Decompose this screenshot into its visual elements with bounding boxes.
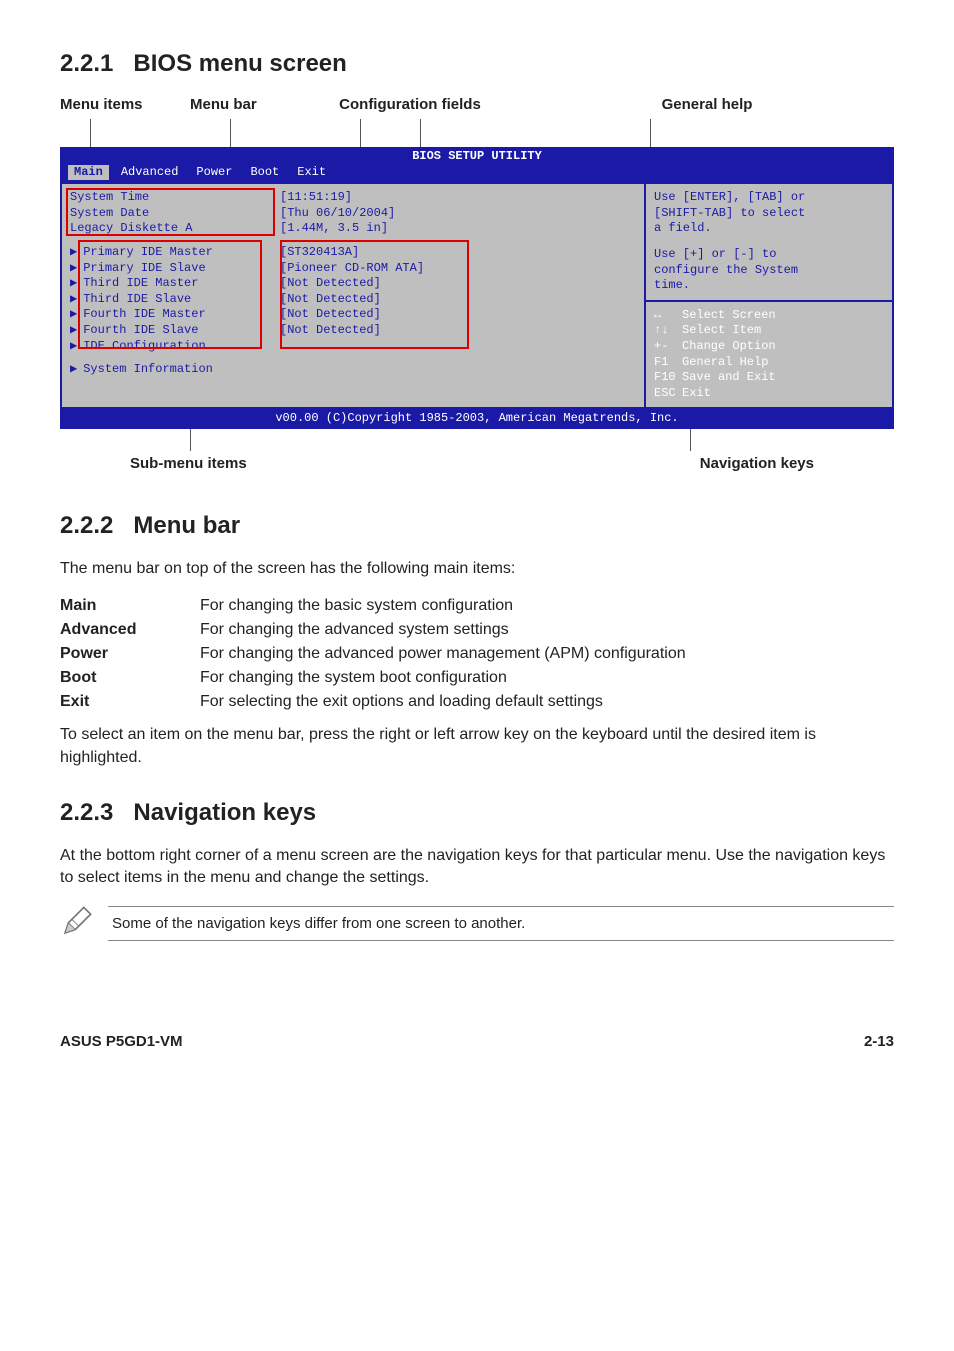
triangle-icon: ▶: [70, 261, 83, 275]
bios-screenshot: BIOS SETUP UTILITY Main Advanced Power B…: [60, 147, 894, 429]
bios-row[interactable]: ▶Primary IDE Slave[Pioneer CD-ROM ATA]: [70, 261, 636, 277]
label-navigation-keys: Navigation keys: [700, 455, 814, 472]
bios-left-pane: System Time[11:51:19] System Date[Thu 06…: [60, 182, 644, 409]
bios-footer: v00.00 (C)Copyright 1985-2003, American …: [60, 409, 894, 429]
section-title: Menu bar: [133, 512, 240, 539]
label-config-fields: Configuration fields: [300, 96, 520, 113]
bios-tab-boot[interactable]: Boot: [250, 165, 297, 181]
bios-titlebar: BIOS SETUP UTILITY: [60, 147, 894, 165]
bios-nav-box: ↔Select Screen ↑↓Select Item +-Change Op…: [644, 302, 894, 410]
footer-right: 2-13: [864, 1033, 894, 1050]
bios-tab-advanced[interactable]: Advanced: [121, 165, 197, 181]
table-row: AdvancedFor changing the advanced system…: [60, 618, 894, 642]
bios-row[interactable]: ▶Fourth IDE Master[Not Detected]: [70, 307, 636, 323]
paragraph: To select an item on the menu bar, press…: [60, 724, 894, 769]
bios-row[interactable]: System Date[Thu 06/10/2004]: [70, 206, 636, 222]
section-heading: 2.2.1 BIOS menu screen: [60, 50, 894, 78]
triangle-icon: ▶: [70, 276, 83, 290]
definitions-table: MainFor changing the basic system config…: [60, 594, 894, 714]
bios-tab-exit[interactable]: Exit: [297, 165, 344, 181]
section-title: Navigation keys: [133, 799, 316, 826]
triangle-icon: ▶: [70, 245, 83, 259]
section-heading: 2.2.2 Menu bar: [60, 512, 894, 540]
table-row: PowerFor changing the advanced power man…: [60, 642, 894, 666]
paragraph: The menu bar on top of the screen has th…: [60, 558, 894, 580]
bios-menubar: Main Advanced Power Boot Exit: [60, 165, 894, 183]
bottom-connector-lines: [60, 429, 894, 451]
section-title: BIOS menu screen: [133, 50, 346, 77]
bios-tab-power[interactable]: Power: [196, 165, 250, 181]
triangle-icon: ▶: [70, 307, 83, 321]
bios-row[interactable]: ▶System Information: [70, 362, 636, 378]
bios-help-box: Use [ENTER], [TAB] or [SHIFT-TAB] to sel…: [644, 182, 894, 302]
bios-row[interactable]: System Time[11:51:19]: [70, 190, 636, 206]
bios-row[interactable]: ▶Primary IDE Master[ST320413A]: [70, 245, 636, 261]
bios-row[interactable]: ▶Third IDE Master[Not Detected]: [70, 276, 636, 292]
bios-tab-main[interactable]: Main: [68, 165, 109, 181]
bios-row[interactable]: Legacy Diskette A[1.44M, 3.5 in]: [70, 221, 636, 237]
label-submenu-items: Sub-menu items: [130, 455, 247, 472]
section-number: 2.2.1: [60, 50, 113, 77]
bottom-callout-labels: Sub-menu items Navigation keys: [60, 455, 894, 472]
label-menu-items: Menu items: [60, 96, 190, 113]
note-text: Some of the navigation keys differ from …: [108, 906, 894, 941]
footer-left: ASUS P5GD1-VM: [60, 1033, 183, 1050]
top-callout-labels: Menu items Menu bar Configuration fields…: [60, 96, 894, 113]
triangle-icon: ▶: [70, 292, 83, 306]
table-row: BootFor changing the system boot configu…: [60, 666, 894, 690]
table-row: ExitFor selecting the exit options and l…: [60, 690, 894, 714]
section-heading: 2.2.3 Navigation keys: [60, 799, 894, 827]
pencil-icon: [60, 904, 94, 943]
triangle-icon: ▶: [70, 339, 83, 353]
top-connector-lines: [60, 119, 894, 147]
label-general-help: General help: [520, 96, 894, 113]
table-row: MainFor changing the basic system config…: [60, 594, 894, 618]
bios-row[interactable]: ▶IDE Configuration: [70, 339, 636, 355]
bios-row[interactable]: ▶Third IDE Slave[Not Detected]: [70, 292, 636, 308]
section-number: 2.2.2: [60, 512, 113, 539]
paragraph: At the bottom right corner of a menu scr…: [60, 845, 894, 890]
bios-row[interactable]: ▶Fourth IDE Slave[Not Detected]: [70, 323, 636, 339]
page-footer: ASUS P5GD1-VM 2-13: [60, 1033, 894, 1050]
section-number: 2.2.3: [60, 799, 113, 826]
note-box: Some of the navigation keys differ from …: [60, 904, 894, 943]
triangle-icon: ▶: [70, 323, 83, 337]
label-menu-bar: Menu bar: [190, 96, 300, 113]
triangle-icon: ▶: [70, 362, 83, 376]
